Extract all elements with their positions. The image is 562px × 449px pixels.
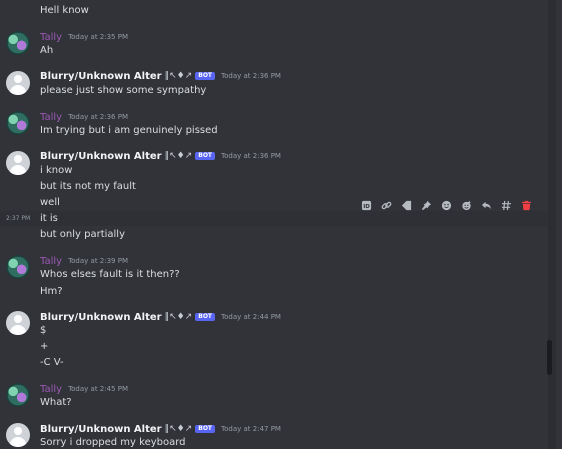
avatar[interactable] — [6, 311, 30, 335]
bot-badge: BOT — [195, 72, 216, 80]
hover-timestamp: 2:37 PM — [6, 215, 31, 222]
message-action-toolbar: ID — [356, 196, 536, 214]
message-header: Tally Today at 2:35 PM — [40, 31, 128, 43]
message-line: Whos elses fault is it then?? — [40, 269, 180, 280]
message-header: Tally Today at 2:45 PM — [40, 383, 128, 395]
message-line: it is — [40, 213, 58, 224]
message-header: Tally Today at 2:36 PM — [40, 111, 128, 123]
avatar[interactable] — [6, 111, 30, 135]
scrollbar-track[interactable] — [548, 0, 556, 449]
delete-icon[interactable] — [516, 196, 536, 214]
name-decoration: ‖↖♦↗ — [164, 151, 193, 161]
author-name[interactable]: Blurry/Unknown Alter — [40, 312, 162, 323]
bot-badge: BOT — [195, 152, 216, 160]
timestamp: Today at 2:36 PM — [221, 152, 281, 160]
name-decoration: ‖↖♦↗ — [164, 424, 193, 434]
add-reaction-icon[interactable] — [436, 196, 456, 214]
timestamp: Today at 2:47 PM — [221, 425, 281, 433]
message-header: Blurry/Unknown Alter ‖↖♦↗ BOT Today at 2… — [40, 150, 281, 162]
message-line: i know — [40, 165, 73, 176]
author-name[interactable]: Tally — [40, 256, 62, 267]
avatar[interactable] — [6, 151, 30, 175]
scrollbar-thumb[interactable] — [547, 340, 552, 375]
author-name[interactable]: Tally — [40, 112, 62, 123]
link-icon[interactable] — [376, 196, 396, 214]
id-icon[interactable]: ID — [356, 196, 376, 214]
message-line: Sorry i dropped my keyboard — [40, 437, 186, 448]
author-name[interactable]: Blurry/Unknown Alter — [40, 424, 162, 435]
message-line: but only partially — [40, 229, 126, 240]
avatar[interactable] — [6, 423, 30, 447]
author-name[interactable]: Blurry/Unknown Alter — [40, 151, 162, 162]
message-line: $ — [40, 325, 47, 336]
timestamp: Today at 2:45 PM — [68, 385, 128, 393]
message-line: Hm? — [40, 286, 63, 297]
message-line: please just show some sympathy — [40, 85, 207, 96]
timestamp: Today at 2:39 PM — [68, 257, 128, 265]
bot-badge: BOT — [195, 313, 216, 321]
timestamp: Today at 2:44 PM — [221, 313, 281, 321]
message-line: What? — [40, 397, 72, 408]
message-header: Blurry/Unknown Alter ‖↖♦↗ BOT Today at 2… — [40, 311, 281, 323]
message-line: Hell know — [40, 5, 89, 16]
svg-text:ID: ID — [363, 203, 370, 209]
message-line: -C V- — [40, 357, 64, 368]
message-header: Blurry/Unknown Alter ‖↖♦↗ BOT Today at 2… — [40, 70, 281, 82]
author-name[interactable]: Tally — [40, 32, 62, 43]
avatar[interactable] — [6, 255, 30, 279]
create-thread-icon[interactable] — [496, 196, 516, 214]
reply-icon[interactable] — [476, 196, 496, 214]
mark-unread-icon[interactable] — [396, 196, 416, 214]
chat-message-list[interactable]: Hell know Tally Today at 2:35 PM Ah Blur… — [0, 0, 562, 449]
author-name[interactable]: Blurry/Unknown Alter — [40, 71, 162, 82]
message-line: Im trying but i am genuinely pissed — [40, 125, 218, 136]
message-line: + — [40, 341, 49, 352]
name-decoration: ‖↖♦↗ — [164, 71, 193, 81]
bot-badge: BOT — [195, 425, 216, 433]
message-line: well — [40, 197, 60, 208]
message-header: Tally Today at 2:39 PM — [40, 255, 128, 267]
timestamp: Today at 2:35 PM — [68, 33, 128, 41]
timestamp: Today at 2:36 PM — [221, 72, 281, 80]
avatar[interactable] — [6, 383, 30, 407]
avatar[interactable] — [6, 71, 30, 95]
message-header: Blurry/Unknown Alter ‖↖♦↗ BOT Today at 2… — [40, 423, 281, 435]
message-line: Ah — [40, 45, 54, 56]
name-decoration: ‖↖♦↗ — [164, 312, 193, 322]
message-line: but its not my fault — [40, 181, 136, 192]
avatar[interactable] — [6, 31, 30, 55]
author-name[interactable]: Tally — [40, 384, 62, 395]
timestamp: Today at 2:36 PM — [68, 113, 128, 121]
add-super-reaction-icon[interactable] — [456, 196, 476, 214]
pin-icon[interactable] — [416, 196, 436, 214]
